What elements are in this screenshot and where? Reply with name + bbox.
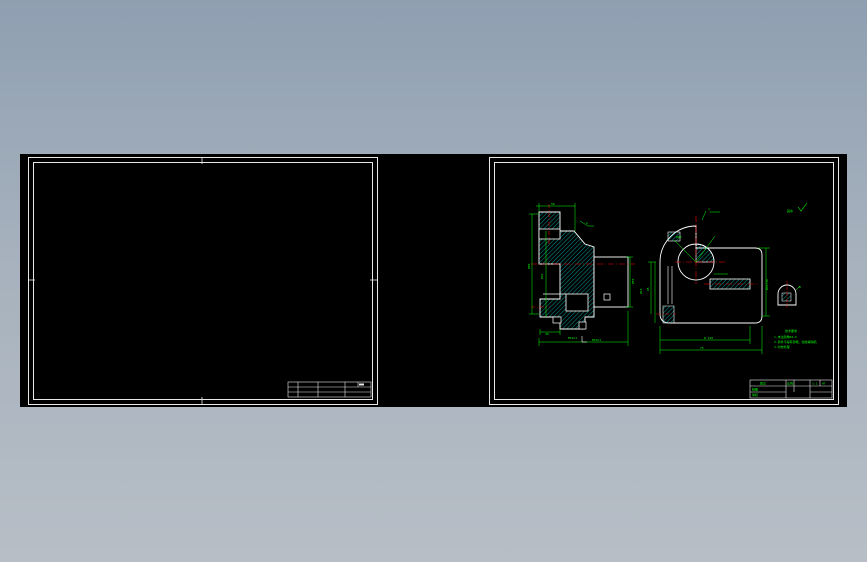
- svg-text:Ø10: Ø10: [638, 288, 643, 294]
- svg-text:75: 75: [700, 346, 704, 350]
- svg-text:1.未注圆角R3~5: 1.未注圆角R3~5: [774, 334, 797, 339]
- svg-text:审核: 审核: [752, 392, 758, 397]
- front-view: R 110 75 R5 Ø10 Ø42/28 R40 □: [638, 207, 770, 354]
- svg-text:A: A: [586, 221, 588, 225]
- part-drawing: 50 M12x1 30 M10x1 Ø50 Ø80 Ø42 A R 110 75…: [526, 202, 833, 399]
- svg-text:R40: R40: [676, 235, 682, 239]
- title-block-text: 拨叉 比例 1:1 HT 制图 审核: [752, 381, 826, 398]
- svg-text:3.时效处理: 3.时效处理: [774, 344, 790, 349]
- svg-text:R: R: [799, 285, 801, 289]
- svg-text:Ø80: Ø80: [526, 263, 531, 269]
- section-view: 50 M12x1 30 M10x1 Ø50 Ø80 Ø42 A: [526, 202, 635, 346]
- svg-text:R5: R5: [646, 287, 650, 291]
- svg-text:HT: HT: [822, 382, 826, 386]
- technical-notes: 技术要求 1.未注圆角R3~5 2.铸件不得有砂眼、裂纹等缺陷 3.时效处理: [774, 328, 817, 349]
- surface-roughness-icon: 其余: [787, 202, 808, 213]
- svg-text:M12x1: M12x1: [568, 336, 577, 340]
- svg-text:Ø42: Ø42: [539, 273, 544, 279]
- svg-text:30: 30: [545, 332, 549, 336]
- svg-text:2.铸件不得有砂眼、裂纹等缺陷: 2.铸件不得有砂眼、裂纹等缺陷: [774, 339, 817, 344]
- svg-text:Ø50: Ø50: [630, 278, 635, 284]
- svg-text:50: 50: [551, 202, 555, 206]
- svg-text:Ø42/28: Ø42/28: [764, 279, 769, 290]
- svg-text:□: □: [708, 207, 710, 211]
- svg-text:1:1: 1:1: [812, 382, 818, 386]
- cad-drawing-canvas[interactable]: 50 M12x1 30 M10x1 Ø50 Ø80 Ø42 A R 110 75…: [20, 154, 847, 407]
- svg-text:其余: 其余: [787, 208, 793, 213]
- svg-text:比例: 比例: [787, 381, 793, 386]
- svg-text:R 110: R 110: [704, 336, 713, 340]
- svg-text:拨叉: 拨叉: [760, 381, 766, 386]
- svg-text:技术要求: 技术要求: [785, 328, 797, 333]
- detail-view: R: [777, 281, 801, 308]
- svg-text:制图: 制图: [752, 387, 758, 392]
- svg-text:M10x1: M10x1: [592, 338, 601, 342]
